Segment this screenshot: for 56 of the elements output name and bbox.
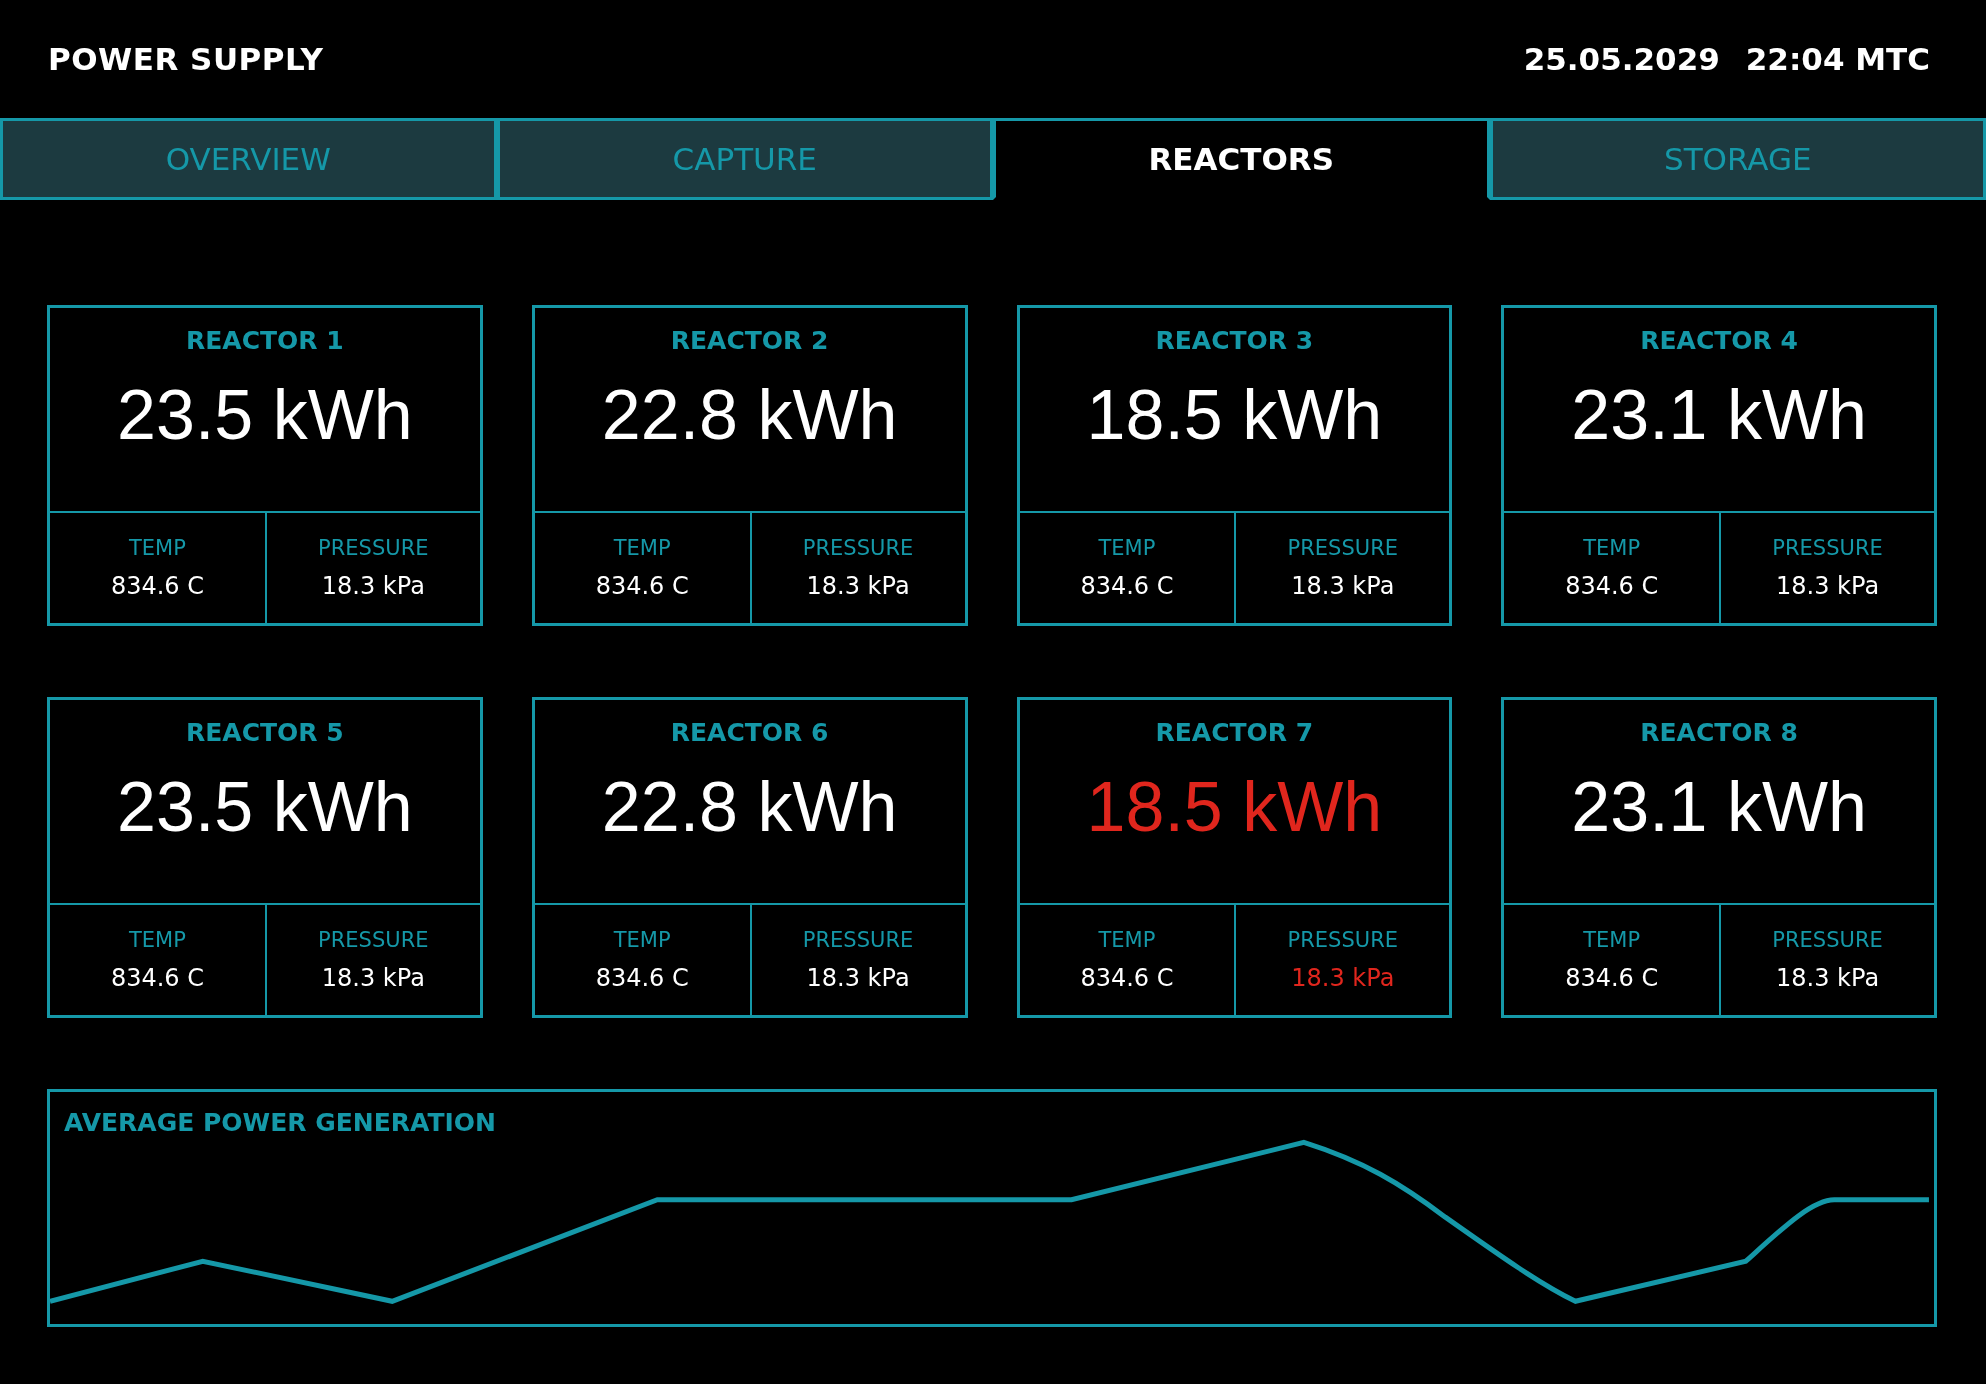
reading-value: 834.6 C [1080, 572, 1174, 600]
reading-label: TEMP [129, 928, 186, 952]
nav-tab[interactable]: OVERVIEW [0, 118, 497, 200]
reading-label: TEMP [1098, 536, 1156, 560]
reading-value: 834.6 C [1565, 964, 1659, 992]
reading-value: 834.6 C [110, 964, 204, 992]
reading-value: 834.6 C [595, 572, 689, 600]
energy-value: 22.8 kWh [601, 375, 898, 455]
reading-value: 834.6 C [1080, 964, 1174, 992]
energy-value: 18.5 kWh [1086, 767, 1383, 847]
reading-value: 18.3 kPa [321, 572, 425, 600]
reactor-title: REACTOR 3 [1155, 326, 1314, 355]
reactor-title: REACTOR 7 [1155, 718, 1314, 747]
reading-value: 18.3 kPa [1776, 964, 1880, 992]
energy-value: 23.1 kWh [1571, 375, 1867, 455]
reading-label: TEMP [1583, 928, 1641, 952]
reading-label: PRESSURE [1772, 536, 1883, 560]
reading-label: PRESSURE [1287, 536, 1398, 560]
nav-tab[interactable]: REACTORS [993, 118, 1490, 200]
nav-tab[interactable]: STORAGE [1489, 118, 1986, 200]
energy-value: 18.5 kWh [1086, 375, 1383, 455]
time-text: 22:04 MTC [1745, 41, 1930, 77]
reading-value: 18.3 kPa [1776, 572, 1880, 600]
reading-label: TEMP [613, 536, 671, 560]
reactor-title: REACTOR 8 [1640, 718, 1798, 747]
reactor-title: REACTOR 6 [670, 718, 829, 747]
reading-label: PRESSURE [802, 536, 914, 560]
reading-value: 18.3 kPa [321, 964, 425, 992]
reading-value: 834.6 C [595, 964, 689, 992]
reading-label: TEMP [1098, 928, 1156, 952]
energy-value: 22.8 kWh [601, 767, 898, 847]
reading-label: PRESSURE [1287, 928, 1398, 952]
reading-label: TEMP [1583, 536, 1641, 560]
reading-label: PRESSURE [1772, 928, 1883, 952]
reading-label: PRESSURE [318, 536, 429, 560]
reading-label: PRESSURE [318, 928, 429, 952]
reading-value: 18.3 kPa [806, 964, 910, 992]
energy-value: 23.5 kWh [117, 767, 413, 847]
reading-value: 834.6 C [1565, 572, 1659, 600]
reactor-title: REACTOR 1 [186, 326, 344, 355]
reactor-title: REACTOR 5 [186, 718, 344, 747]
reading-value: 18.3 kPa [806, 572, 910, 600]
nav-tab[interactable]: CAPTURE [496, 118, 993, 200]
date-text: 25.05.2029 [1523, 41, 1720, 77]
energy-value: 23.1 kWh [1571, 767, 1867, 847]
reading-label: PRESSURE [802, 928, 914, 952]
reading-value: 18.3 kPa [1291, 964, 1395, 992]
app-title: POWER SUPPLY [48, 41, 324, 77]
reading-value: 18.3 kPa [1291, 572, 1395, 600]
panel-title: AVERAGE POWER GENERATION [63, 1107, 497, 1137]
reactor-title: REACTOR 4 [1640, 326, 1798, 355]
reading-label: TEMP [129, 536, 186, 560]
reading-value: 834.6 C [110, 572, 204, 600]
reactor-title: REACTOR 2 [670, 326, 829, 355]
energy-value: 23.5 kWh [117, 375, 413, 455]
reading-label: TEMP [613, 928, 671, 952]
